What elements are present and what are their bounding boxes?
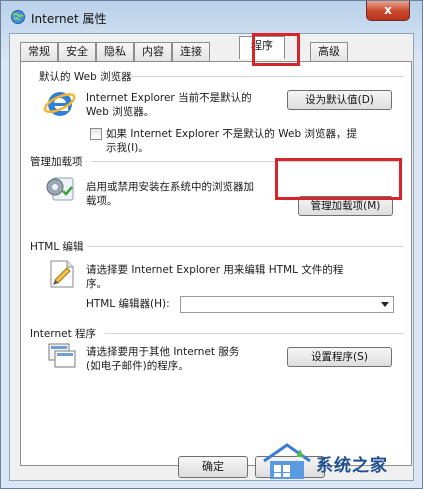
prompt-checkbox-label-line1[interactable]: 如果 Internet Explorer 不是默认的 Web 浏览器，提 [106,127,357,141]
group-divider [87,246,404,247]
site-watermark: 系统之家 [258,439,420,485]
house-logo-icon [263,443,311,479]
internet-programs-icon [48,343,76,368]
chevron-down-icon [381,302,389,307]
html-editing-group-title: HTML 编辑 [30,241,84,253]
default-browser-group-title: 默认的 Web 浏览器 [39,71,132,83]
addons-gear-icon [46,177,74,201]
tab-security[interactable]: 安全 [58,42,96,61]
tab-privacy[interactable]: 隐私 [96,42,134,61]
title-bar[interactable]: Internet 属性 x [1,1,422,35]
group-divider [105,333,404,334]
tab-programs[interactable]: 程序 [239,36,285,59]
default-browser-status-line1: Internet Explorer 当前不是默认的 [86,92,252,104]
html-editing-description-line1: 请选择要 Internet Explorer 用来编辑 HTML 文件的程 [86,264,344,276]
addons-description-line2: 载项。 [86,195,118,207]
internet-programs-group-title: Internet 程序 [30,328,97,340]
html-editor-label: HTML 编辑器(H): [86,298,170,310]
prompt-checkbox-label-line2[interactable]: 示我(I)。 [106,141,149,155]
ok-button[interactable]: 确定 [178,456,248,478]
close-button[interactable]: x [366,1,410,21]
set-default-button[interactable]: 设为默认值(D) [287,90,392,110]
default-browser-status-line2: Web 浏览器。 [86,106,155,118]
programs-description-line2: (如电子邮件)的程序。 [86,360,189,372]
dialog-client-area: 常规 安全 隐私 内容 连接 程序 高级 默认的 Web 浏览器 Interne… [9,33,414,481]
html-editor-icon [50,260,74,288]
internet-explorer-icon [43,92,76,116]
window-title: Internet 属性 [31,12,107,26]
group-divider [91,161,404,162]
html-editor-select[interactable] [180,296,394,313]
tab-advanced[interactable]: 高级 [310,42,348,61]
html-editing-description-line2: 序。 [86,278,107,290]
programs-tab-panel: 默认的 Web 浏览器 Internet Explorer 当前不是默认的 We… [20,61,412,466]
tab-connections[interactable]: 连接 [172,42,210,61]
addons-description-line1: 启用或禁用安装在系统中的浏览器加 [86,181,254,193]
addons-group-title: 管理加载项 [30,156,83,168]
set-programs-button[interactable]: 设置程序(S) [287,347,392,367]
tab-general[interactable]: 常规 [20,42,58,61]
manage-addons-button[interactable]: 管理加载项(M) [298,196,393,216]
internet-globe-icon [11,10,25,24]
tab-content[interactable]: 内容 [134,42,172,61]
watermark-text: 系统之家 [316,456,388,476]
programs-description-line1: 请选择要用于其他 Internet 服务 [86,346,240,358]
internet-properties-window: Internet 属性 x 常规 安全 隐私 内容 连接 程序 高级 默认的 W… [0,0,423,489]
group-divider [129,76,404,77]
prompt-if-not-default-checkbox[interactable] [90,128,102,140]
